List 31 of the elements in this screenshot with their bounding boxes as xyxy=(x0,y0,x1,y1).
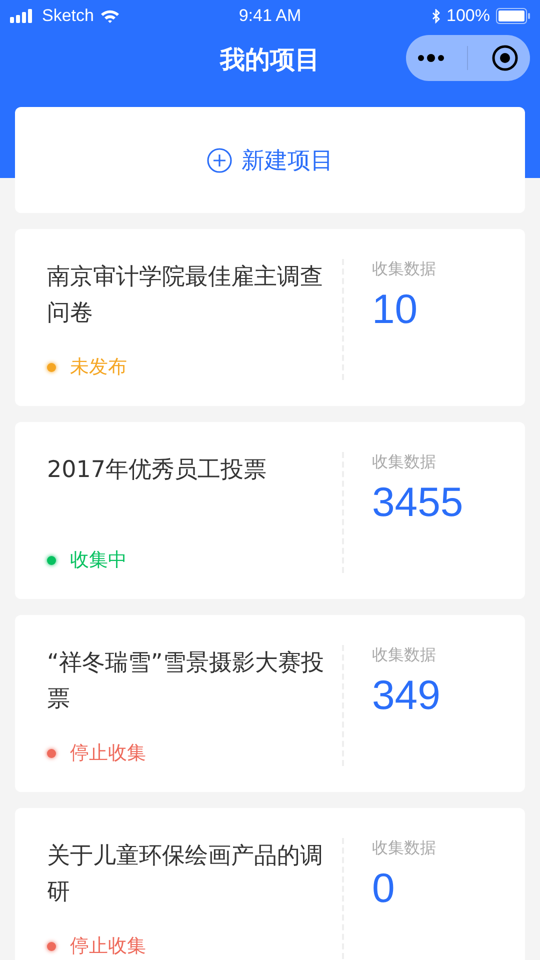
battery-percent: 100% xyxy=(446,6,490,26)
project-card[interactable]: “祥冬瑞雪”雪景摄影大赛投票 停止收集 收集数据 349 xyxy=(15,615,525,792)
project-status: 停止收集 xyxy=(70,741,146,766)
project-title: 南京审计学院最佳雇主调查问卷 xyxy=(47,263,324,328)
project-title: 关于儿童环保绘画产品的调研 xyxy=(47,842,324,907)
count-value: 0 xyxy=(372,865,396,912)
project-card[interactable]: 关于儿童环保绘画产品的调研 停止收集 收集数据 0 xyxy=(15,808,525,960)
count-value: 349 xyxy=(372,672,442,719)
count-label: 收集数据 xyxy=(372,259,437,280)
count-label: 收集数据 xyxy=(372,452,437,473)
project-title: “祥冬瑞雪”雪景摄影大赛投票 xyxy=(47,649,325,714)
wifi-icon xyxy=(100,9,120,23)
new-project-button[interactable]: 新建项目 xyxy=(15,107,525,213)
count-value: 10 xyxy=(372,286,419,333)
clock-time: 9:41 AM xyxy=(238,6,302,26)
project-card[interactable]: 2017年优秀员工投票 收集中 收集数据 3455 xyxy=(15,422,525,599)
page-title: 我的项目 xyxy=(220,44,320,76)
close-target-icon[interactable] xyxy=(490,44,519,72)
project-status: 收集中 xyxy=(70,548,127,573)
project-status: 未发布 xyxy=(70,355,127,380)
project-card[interactable]: 南京审计学院最佳雇主调查问卷 未发布 收集数据 10 xyxy=(15,229,525,406)
project-status: 停止收集 xyxy=(70,934,146,959)
battery-icon xyxy=(496,8,530,24)
bluetooth-icon xyxy=(432,8,441,24)
count-label: 收集数据 xyxy=(372,645,437,666)
carrier-name: Sketch xyxy=(42,6,94,26)
plus-circle-icon xyxy=(206,148,232,172)
more-icon[interactable] xyxy=(417,54,446,62)
project-title: 2017年优秀员工投票 xyxy=(47,456,268,485)
count-value: 3455 xyxy=(372,479,464,526)
count-label: 收集数据 xyxy=(372,838,437,859)
